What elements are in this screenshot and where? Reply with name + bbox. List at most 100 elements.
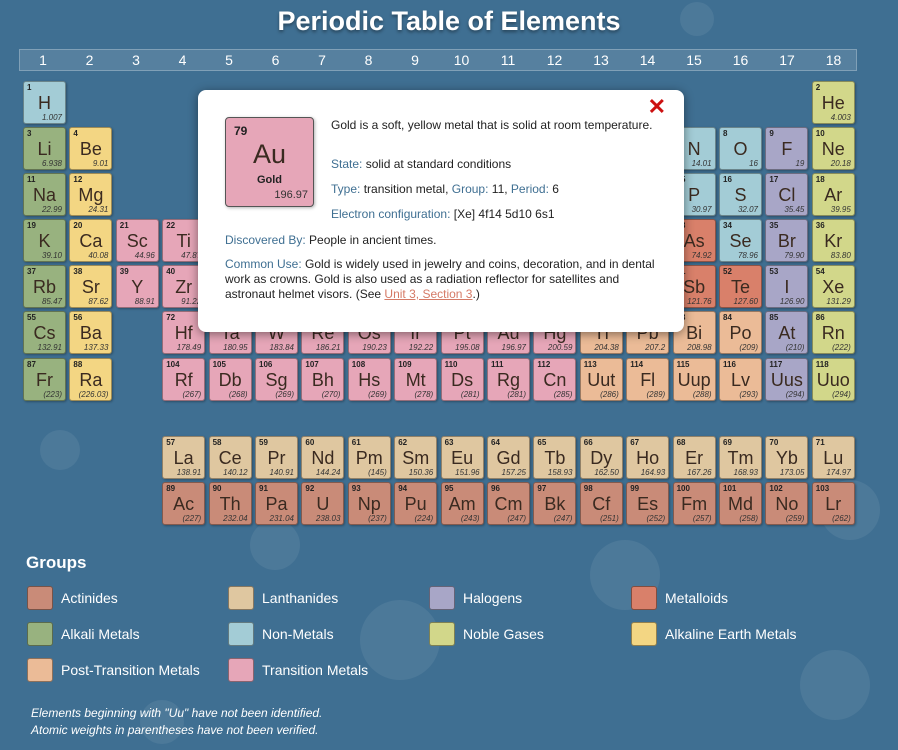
element-sg[interactable]: 106 Sg (269) bbox=[255, 358, 298, 401]
element-sc[interactable]: 21 Sc 44.96 bbox=[115, 219, 159, 262]
element-fm[interactable]: 100 Fm (257) bbox=[672, 482, 716, 525]
element-k[interactable]: 19 K 39.10 bbox=[23, 219, 66, 262]
element-po[interactable]: 84 Po (209) bbox=[719, 311, 762, 354]
element-tb[interactable]: 65 Tb 158.93 bbox=[533, 436, 577, 479]
element-symbol: Kr bbox=[824, 231, 843, 251]
element-lr[interactable]: 103 Lr (262) bbox=[811, 482, 855, 525]
unit-section-link[interactable]: Unit 3, Section 3 bbox=[384, 287, 472, 301]
element-uuo[interactable]: 118 Uuo (294) bbox=[811, 358, 855, 401]
atomic-number: 61 bbox=[351, 438, 361, 447]
element-ho[interactable]: 67 Ho 164.93 bbox=[626, 436, 670, 479]
element-rf[interactable]: 104 Rf (267) bbox=[162, 358, 206, 401]
element-o[interactable]: 8 O 16 bbox=[719, 127, 762, 170]
close-icon[interactable]: ✕ bbox=[648, 94, 666, 120]
config-line: Electron configuration: [Xe] 4f14 5d10 6… bbox=[331, 207, 671, 222]
element-uus[interactable]: 117 Uus (294) bbox=[765, 358, 809, 401]
element-u[interactable]: 92 U 238.03 bbox=[301, 482, 345, 525]
element-uut[interactable]: 113 Uut (286) bbox=[579, 358, 623, 401]
element-rn[interactable]: 86 Rn (222) bbox=[811, 311, 855, 354]
element-sr[interactable]: 38 Sr 87.62 bbox=[69, 265, 113, 308]
element-se[interactable]: 34 Se 78.96 bbox=[719, 219, 762, 262]
element-s[interactable]: 16 S 32.07 bbox=[719, 173, 762, 216]
element-kr[interactable]: 36 Kr 83.80 bbox=[811, 219, 855, 262]
element-rg[interactable]: 111 Rg (281) bbox=[487, 358, 530, 401]
element-sm[interactable]: 62 Sm 150.36 bbox=[394, 436, 438, 479]
element-ds[interactable]: 110 Ds (281) bbox=[440, 358, 484, 401]
element-cm[interactable]: 96 Cm (247) bbox=[487, 482, 530, 525]
element-symbol: La bbox=[173, 448, 194, 468]
element-lu[interactable]: 71 Lu 174.97 bbox=[811, 436, 855, 479]
element-mg[interactable]: 12 Mg 24.31 bbox=[69, 173, 113, 216]
element-be[interactable]: 4 Be 9.01 bbox=[69, 127, 113, 170]
element-rb[interactable]: 37 Rb 85.47 bbox=[23, 265, 66, 308]
element-no[interactable]: 102 No (259) bbox=[765, 482, 809, 525]
element-pr[interactable]: 59 Pr 140.91 bbox=[255, 436, 298, 479]
element-y[interactable]: 39 Y 88.91 bbox=[115, 265, 159, 308]
element-i[interactable]: 53 I 126.90 bbox=[765, 265, 809, 308]
element-symbol: Er bbox=[685, 448, 704, 468]
element-ce[interactable]: 58 Ce 140.12 bbox=[208, 436, 252, 479]
element-ca[interactable]: 20 Ca 40.08 bbox=[69, 219, 113, 262]
element-ne[interactable]: 10 Ne 20.18 bbox=[811, 127, 855, 170]
element-eu[interactable]: 63 Eu 151.96 bbox=[440, 436, 484, 479]
atomic-number: 20 bbox=[73, 221, 83, 230]
atomic-number: 63 bbox=[444, 438, 454, 447]
element-symbol: Uup bbox=[677, 370, 711, 390]
atomic-number: 57 bbox=[166, 438, 176, 447]
element-bh[interactable]: 107 Bh (270) bbox=[301, 358, 345, 401]
element-th[interactable]: 90 Th 232.04 bbox=[208, 482, 252, 525]
element-bk[interactable]: 97 Bk (247) bbox=[533, 482, 577, 525]
atomic-weight: 85.47 bbox=[41, 297, 62, 306]
atomic-weight: (293) bbox=[739, 390, 758, 399]
element-es[interactable]: 99 Es (252) bbox=[626, 482, 670, 525]
element-lv[interactable]: 116 Lv (293) bbox=[719, 358, 762, 401]
element-ba[interactable]: 56 Ba 137.33 bbox=[69, 311, 113, 354]
element-pu[interactable]: 94 Pu (224) bbox=[394, 482, 438, 525]
element-cl[interactable]: 17 Cl 35.45 bbox=[765, 173, 809, 216]
element-np[interactable]: 93 Np (237) bbox=[347, 482, 391, 525]
atomic-number: 98 bbox=[583, 484, 593, 493]
element-gd[interactable]: 64 Gd 157.25 bbox=[487, 436, 530, 479]
element-tm[interactable]: 69 Tm 168.93 bbox=[719, 436, 762, 479]
element-cn[interactable]: 112 Cn (285) bbox=[533, 358, 577, 401]
element-dy[interactable]: 66 Dy 162.50 bbox=[579, 436, 623, 479]
element-te[interactable]: 52 Te 127.60 bbox=[719, 265, 762, 308]
element-fl[interactable]: 114 Fl (289) bbox=[626, 358, 670, 401]
element-hs[interactable]: 108 Hs (269) bbox=[347, 358, 391, 401]
atomic-weight: 196.97 bbox=[274, 189, 308, 201]
element-ar[interactable]: 18 Ar 39.95 bbox=[811, 173, 855, 216]
element-mt[interactable]: 109 Mt (278) bbox=[394, 358, 438, 401]
element-pa[interactable]: 91 Pa 231.04 bbox=[255, 482, 298, 525]
element-fr[interactable]: 87 Fr (223) bbox=[23, 358, 66, 401]
element-cf[interactable]: 98 Cf (251) bbox=[579, 482, 623, 525]
use-label: Common Use: bbox=[225, 257, 302, 271]
element-pm[interactable]: 61 Pm (145) bbox=[347, 436, 391, 479]
element-la[interactable]: 57 La 138.91 bbox=[162, 436, 206, 479]
element-h[interactable]: 1 H 1.007 bbox=[23, 81, 66, 124]
element-symbol: Se bbox=[729, 231, 752, 251]
element-ra[interactable]: 88 Ra (226.03) bbox=[69, 358, 113, 401]
atomic-number: 111 bbox=[491, 360, 504, 369]
element-db[interactable]: 105 Db (268) bbox=[208, 358, 252, 401]
atomic-number: 96 bbox=[491, 484, 500, 493]
element-he[interactable]: 2 He 4.003 bbox=[811, 81, 855, 124]
element-br[interactable]: 35 Br 79.90 bbox=[765, 219, 809, 262]
element-yb[interactable]: 70 Yb 173.05 bbox=[765, 436, 809, 479]
element-symbol: Be bbox=[79, 139, 102, 159]
element-xe[interactable]: 54 Xe 131.29 bbox=[811, 265, 855, 308]
element-ac[interactable]: 89 Ac (227) bbox=[162, 482, 206, 525]
element-cs[interactable]: 55 Cs 132.91 bbox=[23, 311, 66, 354]
element-at[interactable]: 85 At (210) bbox=[765, 311, 809, 354]
state-label: State: bbox=[331, 157, 363, 171]
element-na[interactable]: 11 Na 22.99 bbox=[23, 173, 66, 216]
atomic-number: 101 bbox=[723, 484, 737, 493]
element-f[interactable]: 9 F 19 bbox=[765, 127, 809, 170]
element-md[interactable]: 101 Md (258) bbox=[719, 482, 762, 525]
element-er[interactable]: 68 Er 167.26 bbox=[672, 436, 716, 479]
element-uup[interactable]: 115 Uup (288) bbox=[672, 358, 716, 401]
element-nd[interactable]: 60 Nd 144.24 bbox=[301, 436, 345, 479]
element-li[interactable]: 3 Li 6.938 bbox=[23, 127, 66, 170]
legend-label: Non-Metals bbox=[262, 626, 334, 642]
atomic-number: 68 bbox=[676, 438, 686, 447]
element-am[interactable]: 95 Am (243) bbox=[440, 482, 484, 525]
